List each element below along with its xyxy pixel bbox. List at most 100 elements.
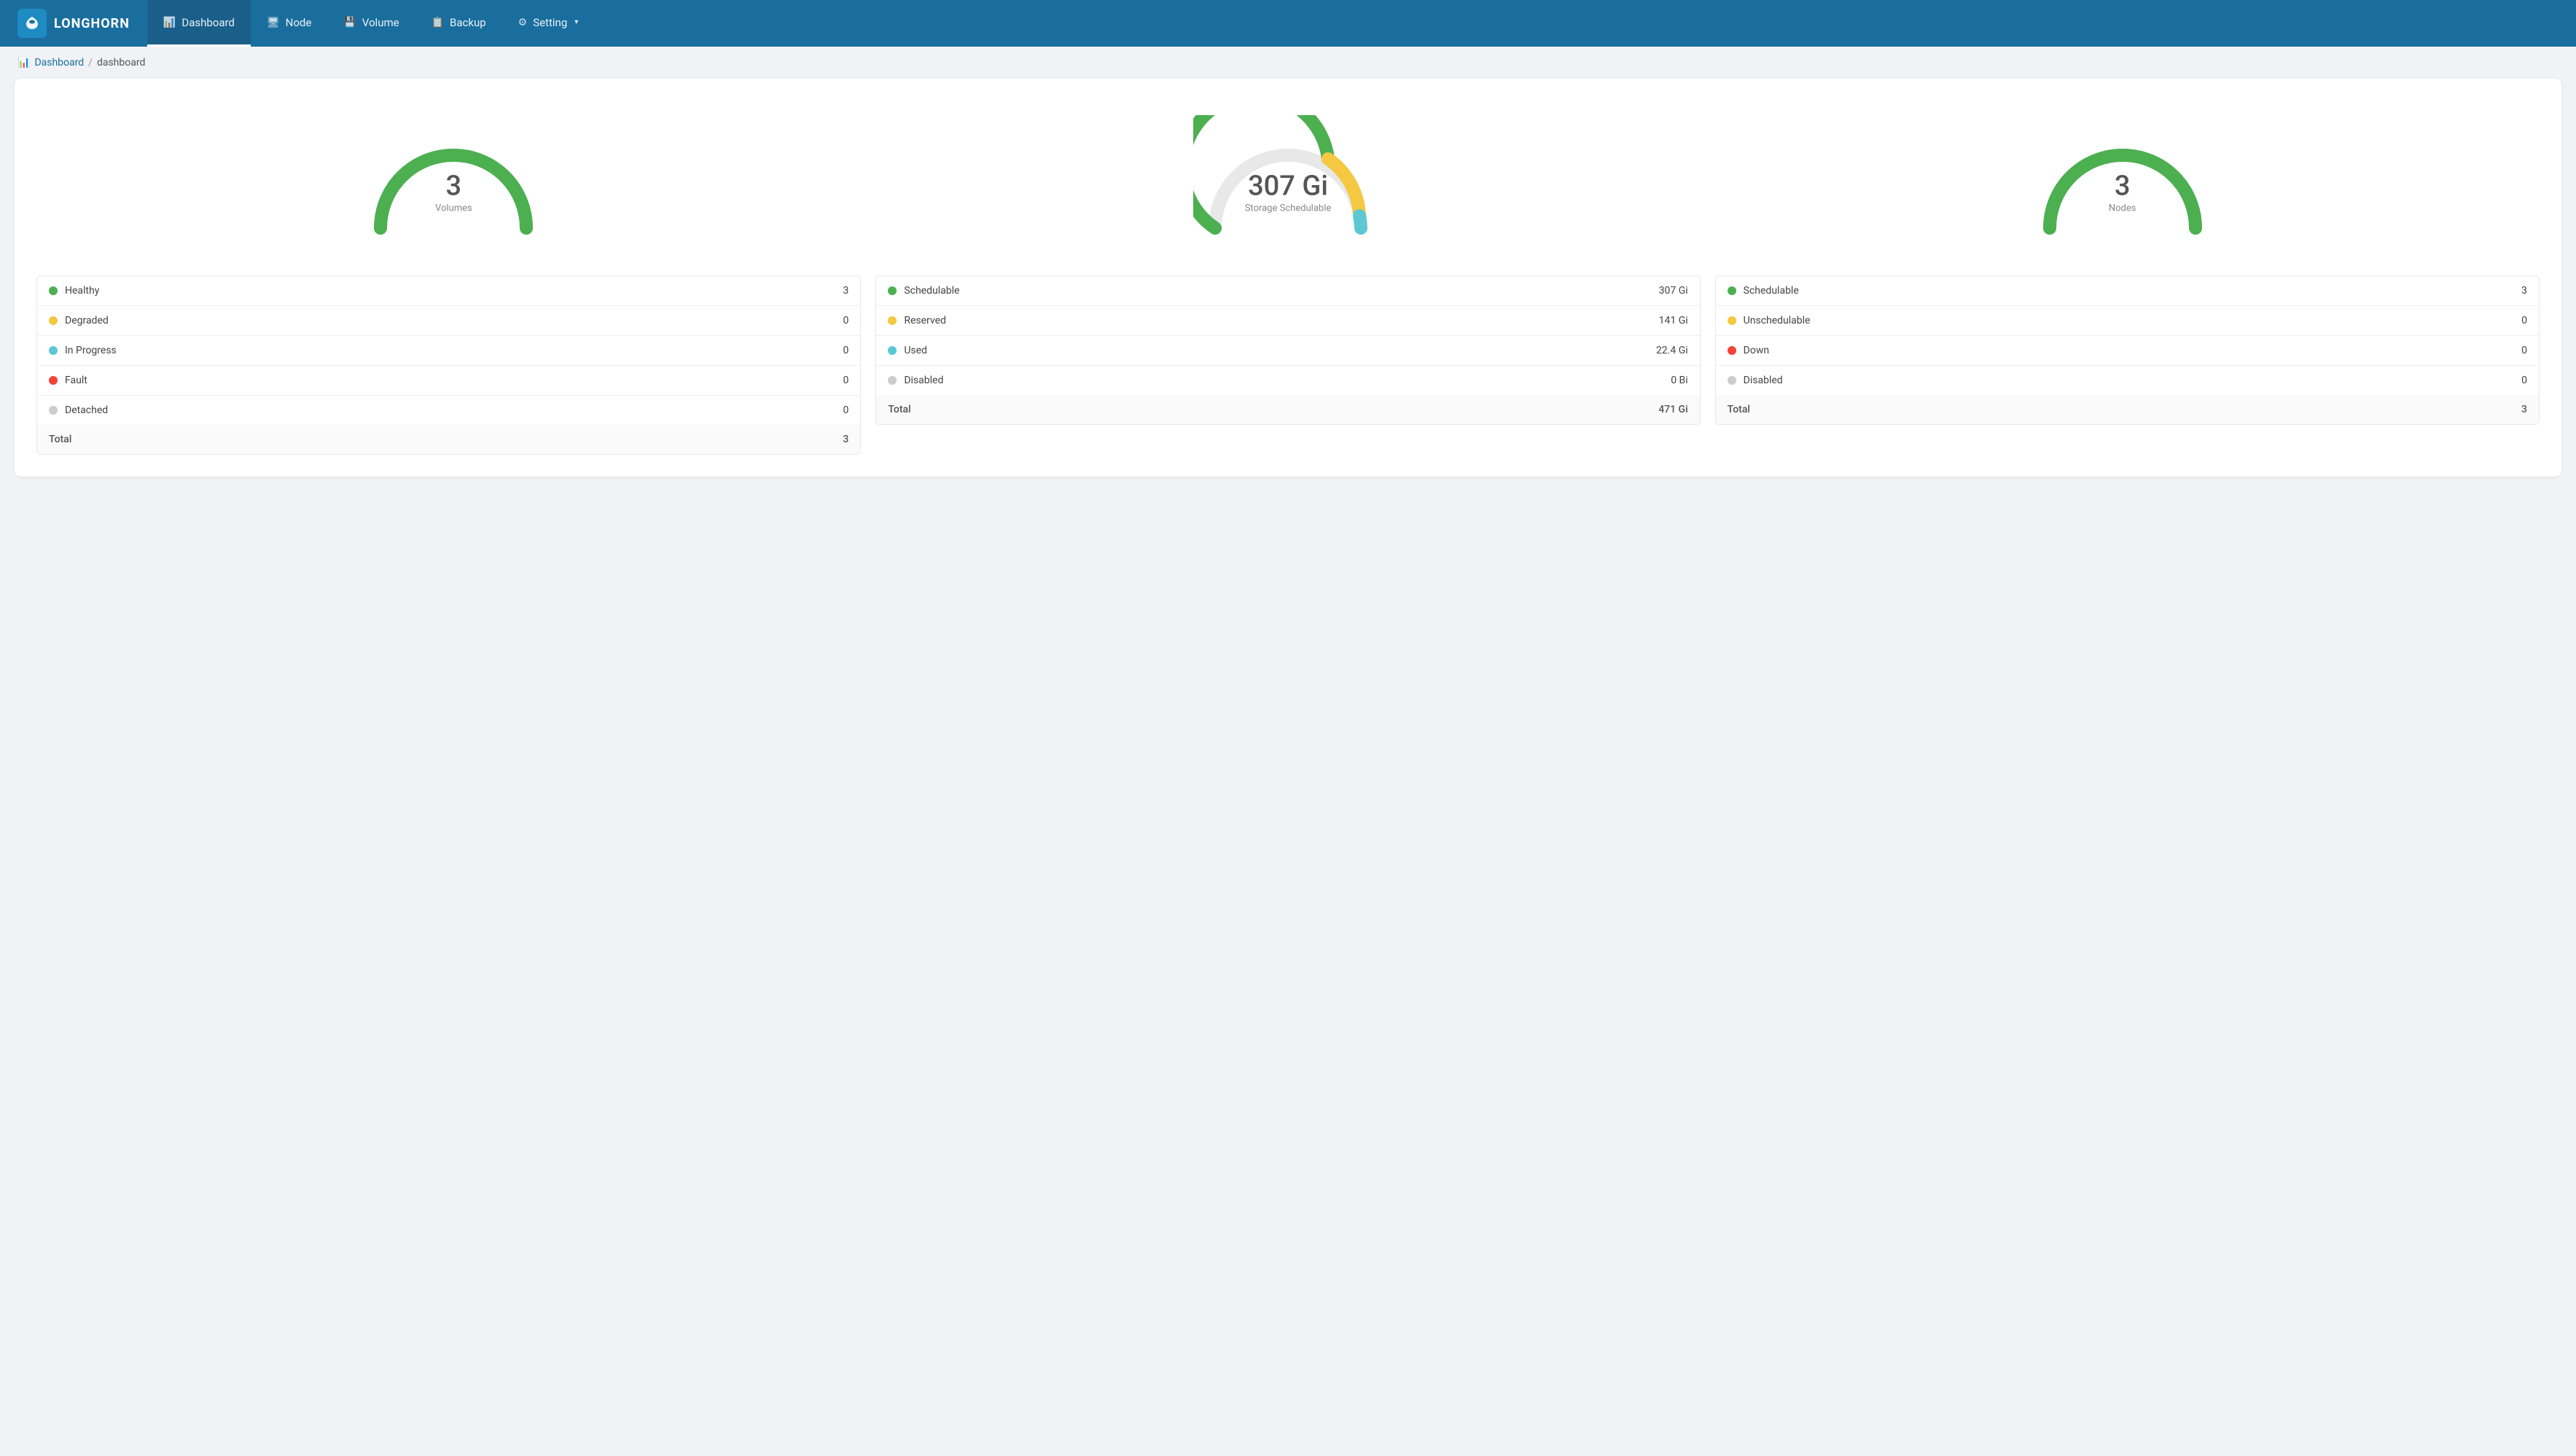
status-dot bbox=[1728, 346, 1736, 355]
status-dot bbox=[49, 376, 58, 385]
row-label: Schedulable bbox=[904, 285, 959, 297]
row-label: Degraded bbox=[65, 315, 109, 326]
table-row: Detached 0 bbox=[37, 396, 860, 426]
volumes-label: Volumes bbox=[435, 203, 472, 214]
backup-icon: 📋 bbox=[432, 17, 444, 28]
status-dot bbox=[1728, 316, 1736, 325]
status-dot bbox=[888, 376, 897, 385]
nav-label-backup: Backup bbox=[450, 16, 486, 29]
volumes-gauge: 3 Volumes bbox=[351, 115, 555, 246]
nav-item-dashboard[interactable]: 📊 Dashboard bbox=[147, 0, 251, 47]
row-value: 0 bbox=[2362, 336, 2539, 366]
status-dot bbox=[49, 406, 58, 415]
storage-total-label: Total bbox=[888, 404, 910, 415]
row-value: 141 Gi bbox=[1397, 306, 1699, 336]
table-row: Reserved 141 Gi bbox=[876, 306, 1699, 336]
nav-item-backup[interactable]: 📋 Backup bbox=[415, 0, 502, 47]
nav-label-dashboard: Dashboard bbox=[182, 16, 235, 29]
row-value: 307 Gi bbox=[1397, 276, 1699, 306]
logo-icon bbox=[17, 9, 47, 38]
storage-stats-table: Schedulable 307 Gi Reserved 141 Gi Used bbox=[876, 276, 1699, 424]
nodes-total-value: 3 bbox=[2362, 395, 2539, 424]
nodes-total-label: Total bbox=[1728, 404, 1750, 415]
setting-icon: ⚙ bbox=[518, 17, 528, 28]
row-value: 0 bbox=[660, 336, 860, 366]
row-label: Fault bbox=[65, 375, 87, 386]
status-dot bbox=[888, 286, 897, 295]
app-name: LONGHORN bbox=[54, 16, 130, 31]
breadcrumb: 📊 Dashboard / dashboard bbox=[0, 47, 2576, 79]
row-label: Healthy bbox=[65, 285, 99, 297]
status-dot bbox=[888, 346, 897, 355]
nodes-gauge: 3 Nodes bbox=[2021, 115, 2225, 246]
volumes-gauge-text: 3 Volumes bbox=[435, 173, 472, 214]
row-value: 22.4 Gi bbox=[1397, 336, 1699, 366]
breadcrumb-root[interactable]: Dashboard bbox=[34, 57, 84, 69]
row-label: Reserved bbox=[904, 315, 946, 326]
nav-item-setting[interactable]: ⚙ Setting ▾ bbox=[502, 0, 595, 47]
nodes-label: Nodes bbox=[2109, 203, 2136, 214]
table-row: Unschedulable 0 bbox=[1716, 306, 2539, 336]
table-row: Degraded 0 bbox=[37, 306, 860, 336]
row-label: Schedulable bbox=[1744, 285, 1799, 297]
row-value: 0 bbox=[2362, 366, 2539, 396]
table-row: Disabled 0 bbox=[1716, 366, 2539, 396]
storage-gauge-text: 307 Gi Storage Schedulable bbox=[1245, 173, 1332, 214]
table-row: In Progress 0 bbox=[37, 336, 860, 366]
nav-item-node[interactable]: 🖥 Node bbox=[251, 0, 327, 47]
row-value: 0 bbox=[660, 366, 860, 396]
row-label: Disabled bbox=[1744, 375, 1783, 386]
dashboard-icon: 📊 bbox=[163, 17, 176, 28]
table-row: Fault 0 bbox=[37, 366, 860, 396]
nodes-value: 3 bbox=[2109, 173, 2136, 200]
node-icon: 🖥 bbox=[267, 17, 280, 28]
main-nav: 📊 Dashboard 🖥 Node 💾 Volume 📋 Backup ⚙ S… bbox=[147, 0, 594, 47]
volumes-total-value: 3 bbox=[660, 425, 860, 454]
gauges-row: 3 Volumes 307 Gi bbox=[36, 101, 2540, 275]
stats-row: Healthy 3 Degraded 0 In Progress bbox=[36, 275, 2540, 455]
table-row: Down 0 bbox=[1716, 336, 2539, 366]
table-row: Disabled 0 Bi bbox=[876, 366, 1699, 396]
header: LONGHORN 📊 Dashboard 🖥 Node 💾 Volume 📋 B… bbox=[0, 0, 2576, 47]
table-row: Healthy 3 bbox=[37, 276, 860, 306]
volumes-gauge-svg: 3 Volumes bbox=[359, 115, 548, 246]
breadcrumb-current: dashboard bbox=[97, 57, 145, 69]
volumes-value: 3 bbox=[435, 173, 472, 200]
storage-total-value: 471 Gi bbox=[1397, 395, 1699, 424]
nodes-gauge-text: 3 Nodes bbox=[2109, 173, 2136, 214]
table-row: Schedulable 307 Gi bbox=[876, 276, 1699, 306]
storage-label: Storage Schedulable bbox=[1245, 203, 1332, 214]
table-row: Schedulable 3 bbox=[1716, 276, 2539, 306]
chevron-down-icon: ▾ bbox=[574, 18, 578, 26]
row-value: 3 bbox=[660, 276, 860, 306]
row-label: Disabled bbox=[904, 375, 943, 386]
nodes-stats-panel: Schedulable 3 Unschedulable 0 Down bbox=[1715, 275, 2540, 425]
nav-item-volume[interactable]: 💾 Volume bbox=[327, 0, 415, 47]
row-label: Down bbox=[1744, 345, 1769, 356]
main-card: 3 Volumes 307 Gi bbox=[15, 79, 2561, 477]
row-label: In Progress bbox=[65, 345, 117, 356]
breadcrumb-icon: 📊 bbox=[17, 57, 30, 69]
breadcrumb-separator: / bbox=[88, 57, 93, 69]
row-value: 3 bbox=[2362, 276, 2539, 306]
status-dot bbox=[1728, 376, 1736, 385]
storage-stats-panel: Schedulable 307 Gi Reserved 141 Gi Used bbox=[875, 275, 1700, 425]
volumes-stats-panel: Healthy 3 Degraded 0 In Progress bbox=[36, 275, 861, 455]
status-dot bbox=[49, 346, 58, 355]
status-dot bbox=[1728, 286, 1736, 295]
row-label: Detached bbox=[65, 404, 108, 416]
row-value: 0 bbox=[660, 396, 860, 426]
nav-label-volume: Volume bbox=[362, 16, 399, 29]
row-label: Unschedulable bbox=[1744, 315, 1811, 326]
volumes-total-row: Total 3 bbox=[37, 425, 860, 454]
volumes-total-label: Total bbox=[49, 434, 71, 445]
row-value: 0 bbox=[2362, 306, 2539, 336]
status-dot bbox=[49, 316, 58, 325]
logo-area: LONGHORN bbox=[0, 9, 147, 38]
status-dot bbox=[49, 286, 58, 295]
storage-gauge: 307 Gi Storage Schedulable bbox=[1186, 115, 1390, 246]
row-value: 0 bbox=[660, 306, 860, 336]
volume-icon: 💾 bbox=[343, 17, 356, 28]
storage-total-row: Total 471 Gi bbox=[876, 395, 1699, 424]
status-dot bbox=[888, 316, 897, 325]
